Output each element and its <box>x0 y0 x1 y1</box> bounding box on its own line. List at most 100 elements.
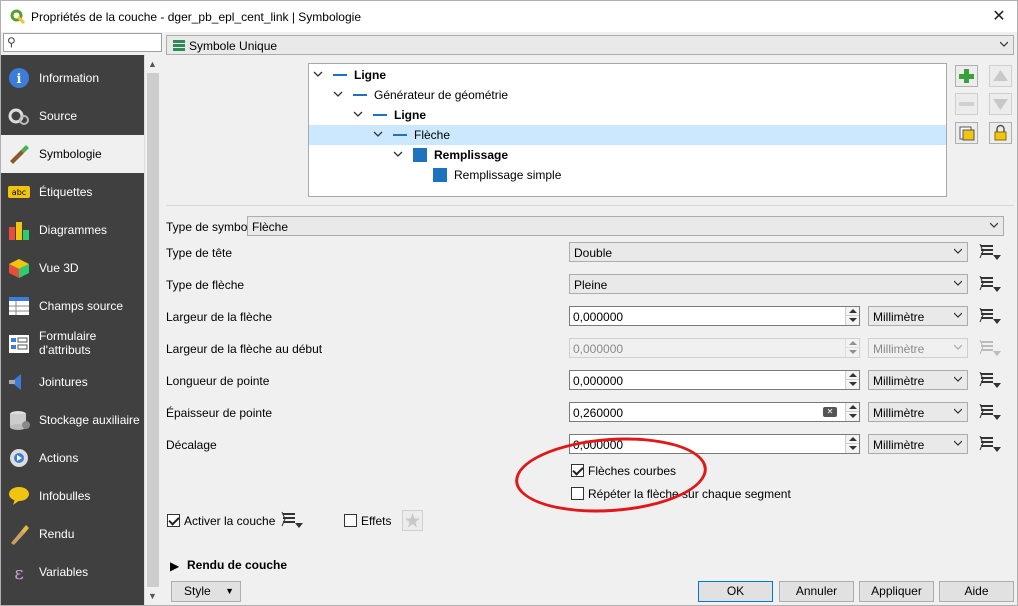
add-layer-button[interactable] <box>955 65 978 87</box>
sidebar-item-label: Diagrammes <box>39 223 108 237</box>
head-thickness-unit-select[interactable]: Millimètre <box>868 402 968 422</box>
chevron-down-icon <box>954 408 962 414</box>
tree-item-line[interactable]: Ligne <box>309 65 946 85</box>
spin-arrows-icon[interactable] <box>845 339 859 357</box>
sidebar-item-symbology[interactable]: Symbologie <box>1 135 144 173</box>
qgis-logo-icon <box>10 9 25 24</box>
enable-layer-checkbox[interactable] <box>167 514 180 527</box>
symbology-icon <box>10 145 29 164</box>
ok-button[interactable]: OK <box>698 581 773 602</box>
unit-value: Millimètre <box>873 438 925 452</box>
effects-checkbox[interactable] <box>344 514 357 527</box>
data-defined-override-icon[interactable] <box>978 338 1002 358</box>
sidebar-item-label: Variables <box>39 565 89 579</box>
data-defined-override-icon[interactable] <box>978 402 1002 422</box>
layer-render-section[interactable]: Rendu de couche <box>187 558 287 572</box>
source-fields-icon <box>9 297 29 315</box>
remove-layer-button[interactable] <box>955 93 978 115</box>
data-defined-override-icon[interactable] <box>978 242 1002 262</box>
arrow-start-width-label: Largeur de la flèche au début <box>166 342 323 356</box>
sidebar-item-tooltips[interactable]: Infobulles <box>1 477 144 515</box>
spin-arrows-icon[interactable] <box>845 371 859 389</box>
chevron-down-icon[interactable] <box>313 69 323 79</box>
clear-icon[interactable]: ✕ <box>823 407 837 417</box>
data-defined-override-icon[interactable] <box>978 306 1002 326</box>
sidebar-item-attributes-form[interactable]: Formulaire d'attributs <box>1 325 144 363</box>
sidebar-item-label: Vue 3D <box>39 261 79 275</box>
tree-item-geometry-generator[interactable]: Générateur de géométrie <box>309 85 946 105</box>
unit-value: Millimètre <box>873 406 925 420</box>
effects-settings-button[interactable] <box>402 510 423 531</box>
head-thickness-spinbox[interactable]: 0,260000 ✕ <box>569 402 860 422</box>
head-length-spinbox[interactable]: 0,000000 <box>569 370 860 390</box>
data-defined-override-icon[interactable] <box>978 434 1002 454</box>
sidebar-item-auxiliary-storage[interactable]: Stockage auxiliaire <box>1 401 144 439</box>
spin-arrows-icon[interactable] <box>845 435 859 453</box>
chevron-down-icon <box>990 222 998 228</box>
sidebar-item-joins[interactable]: Jointures <box>1 363 144 401</box>
renderer-select[interactable]: Symbole Unique <box>166 35 1014 55</box>
symbol-layer-tree[interactable]: Ligne Générateur de géométrie Ligne Flèc… <box>308 63 947 197</box>
arrow-start-width-unit-select[interactable]: Millimètre <box>868 338 968 358</box>
sidebar-item-information[interactable]: i Information <box>1 59 144 97</box>
lock-icon <box>994 124 1007 141</box>
apply-button[interactable]: Appliquer <box>859 581 934 602</box>
tree-item-line[interactable]: Ligne <box>309 105 946 125</box>
scrollbar-thumb[interactable] <box>147 73 159 587</box>
lock-layer-button[interactable] <box>989 122 1012 144</box>
chevron-down-icon[interactable] <box>353 109 363 119</box>
tree-item-label: Ligne <box>394 108 426 122</box>
svg-text:abc: abc <box>12 188 26 197</box>
sidebar-item-label: Infobulles <box>39 489 91 503</box>
head-length-unit-select[interactable]: Millimètre <box>868 370 968 390</box>
tree-item-fill[interactable]: Remplissage <box>309 145 946 165</box>
head-type-select[interactable]: Double <box>569 242 968 262</box>
data-defined-override-icon[interactable] <box>978 370 1002 390</box>
tree-item-label: Générateur de géométrie <box>374 88 509 102</box>
sidebar-search-input[interactable]: ⚲ <box>3 33 162 52</box>
arrow-start-width-spinbox[interactable]: 0,000000 <box>569 338 860 358</box>
chevron-down-icon[interactable] <box>393 149 403 159</box>
head-type-value: Double <box>574 246 613 260</box>
data-defined-override-icon[interactable] <box>978 274 1002 294</box>
move-down-button[interactable] <box>989 93 1012 115</box>
cancel-button[interactable]: Annuler <box>779 581 854 602</box>
close-icon[interactable]: ✕ <box>989 7 1009 27</box>
move-up-button[interactable] <box>989 65 1012 87</box>
duplicate-layer-button[interactable] <box>955 122 978 144</box>
arrow-type-select[interactable]: Pleine <box>569 274 968 294</box>
data-defined-override-icon[interactable] <box>280 510 304 530</box>
sidebar-scrollbar[interactable]: ▲ ▼ <box>144 55 161 605</box>
tree-item-label: Remplissage <box>434 148 509 162</box>
sidebar-item-labels[interactable]: abc Étiquettes <box>1 173 144 211</box>
sidebar-item-view3d[interactable]: Vue 3D <box>1 249 144 287</box>
sidebar-item-source[interactable]: Source <box>1 97 144 135</box>
spin-arrows-icon[interactable] <box>845 403 859 421</box>
scroll-down-icon[interactable]: ▼ <box>148 591 157 601</box>
arrow-width-spinbox[interactable]: 0,000000 <box>569 306 860 326</box>
sidebar-item-source-fields[interactable]: Champs source <box>1 287 144 325</box>
tree-item-simple-fill[interactable]: Remplissage simple <box>309 165 946 185</box>
spin-arrows-icon[interactable] <box>845 307 859 325</box>
title-bar: Propriétés de la couche - dger_pb_epl_ce… <box>1 1 1017 32</box>
variables-icon: ε <box>14 563 23 583</box>
sidebar-item-rendering[interactable]: Rendu <box>1 515 144 553</box>
arrow-width-unit-select[interactable]: Millimètre <box>868 306 968 326</box>
chevron-down-icon[interactable] <box>333 89 343 99</box>
apply-button-label: Appliquer <box>871 584 922 598</box>
expand-triangle-icon[interactable]: ▶ <box>170 559 179 573</box>
arrow-width-label: Largeur de la flèche <box>166 310 273 324</box>
sidebar-item-label: Rendu <box>39 527 75 541</box>
symbol-type-select[interactable]: Flèche <box>247 216 1004 236</box>
chevron-down-icon[interactable] <box>373 129 383 139</box>
tree-item-arrow[interactable]: Flèche <box>309 125 946 145</box>
sidebar-item-variables[interactable]: ε Variables <box>1 553 144 591</box>
offset-unit-select[interactable]: Millimètre <box>868 434 968 454</box>
sidebar-item-actions[interactable]: Actions <box>1 439 144 477</box>
help-button[interactable]: Aide <box>939 581 1014 602</box>
scroll-up-icon[interactable]: ▲ <box>148 59 157 69</box>
sidebar-item-diagrams[interactable]: Diagrammes <box>1 211 144 249</box>
plus-icon <box>959 69 974 83</box>
style-button[interactable]: Style ▼ <box>171 581 241 602</box>
labels-icon: abc <box>8 186 30 198</box>
